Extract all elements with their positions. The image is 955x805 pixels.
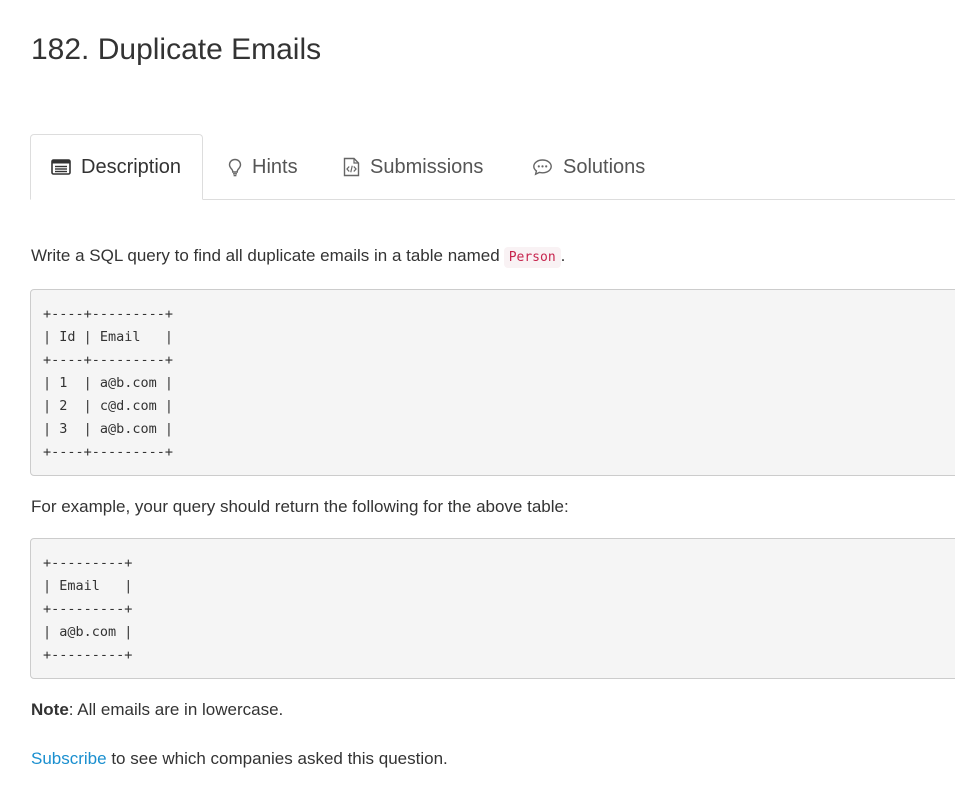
- intro-text: Write a SQL query to find all duplicate …: [31, 246, 500, 265]
- comment-icon: [532, 158, 553, 176]
- tab-hints[interactable]: Hints: [228, 134, 298, 200]
- code-file-icon: [343, 157, 360, 177]
- problem-intro: Write a SQL query to find all duplicate …: [31, 245, 565, 269]
- tab-submissions-label: Submissions: [370, 155, 484, 178]
- tab-description-label: Description: [81, 155, 182, 178]
- page-title: 182. Duplicate Emails: [31, 33, 322, 66]
- subscribe-link[interactable]: Subscribe: [31, 749, 107, 768]
- list-icon: [51, 159, 71, 175]
- tab-hints-label: Hints: [252, 155, 298, 178]
- table-name-code: Person: [503, 247, 561, 268]
- tab-description[interactable]: Description: [30, 134, 203, 200]
- note-text: : All emails are in lowercase.: [68, 700, 284, 719]
- tab-solutions-label: Solutions: [563, 155, 646, 178]
- subscribe-text: to see which companies asked this questi…: [106, 749, 448, 768]
- input-table-block: +----+---------+ | Id | Email | +----+--…: [30, 289, 955, 476]
- problem-tabs: Description Hints Submissions Solutions: [30, 134, 955, 200]
- intro-end: .: [560, 246, 566, 265]
- note-label: Note: [31, 700, 69, 719]
- tab-solutions[interactable]: Solutions: [532, 134, 645, 200]
- tab-submissions[interactable]: Submissions: [343, 134, 483, 200]
- subscribe-line: Subscribe to see which companies asked t…: [31, 748, 448, 770]
- lightbulb-icon: [228, 158, 242, 177]
- example-text: For example, your query should return th…: [31, 497, 569, 516]
- note: Note: All emails are in lowercase.: [31, 699, 283, 721]
- output-table-block: +---------+ | Email | +---------+ | a@b.…: [30, 538, 955, 679]
